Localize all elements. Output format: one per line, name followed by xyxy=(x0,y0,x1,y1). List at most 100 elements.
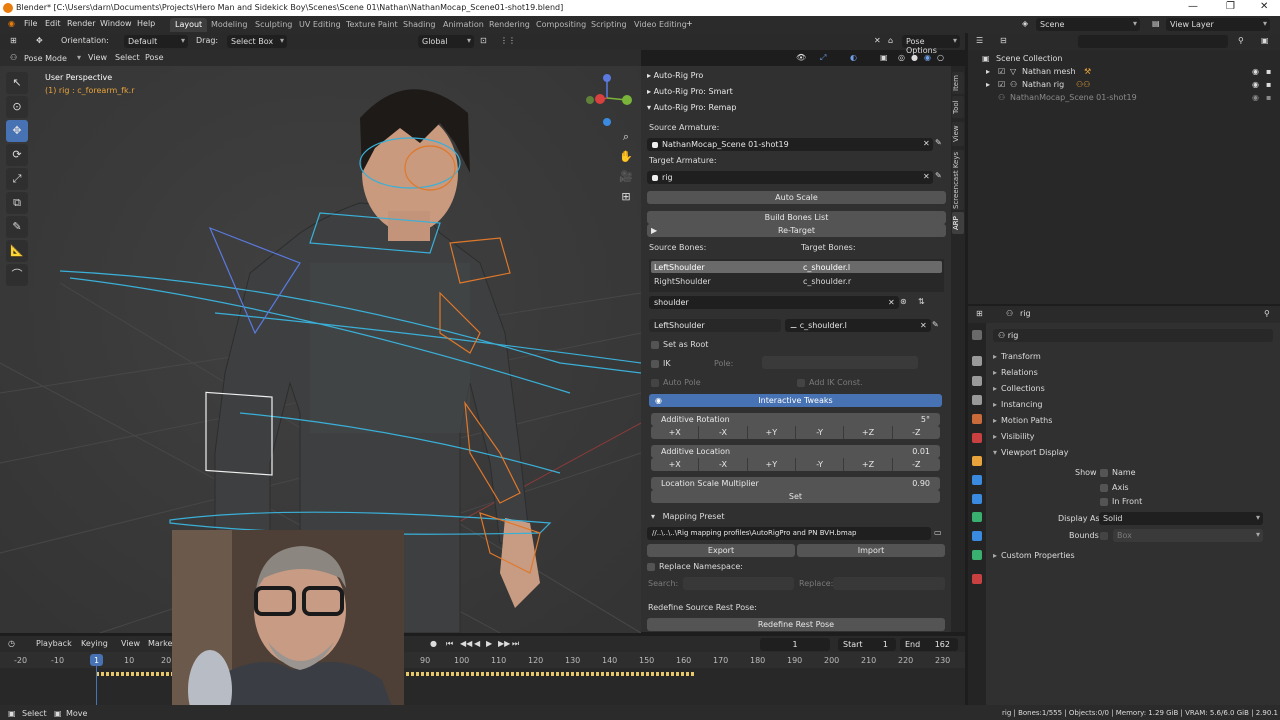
pivot-icon[interactable]: ⊡ xyxy=(480,36,487,45)
bone-row-target[interactable]: c_shoulder.l xyxy=(803,263,850,272)
texture-tab-icon[interactable] xyxy=(972,574,982,584)
menu-view[interactable]: View xyxy=(88,53,107,62)
close-area-icon[interactable]: ✕ xyxy=(874,36,881,45)
namespace-replace-input[interactable] xyxy=(833,577,945,590)
gizmo-icon[interactable]: ⤢ xyxy=(820,53,826,63)
rotate-minus-x-button[interactable]: -X xyxy=(699,426,748,439)
bounds-dropdown[interactable]: Box xyxy=(1113,529,1263,542)
lock-icon[interactable]: ⌂ xyxy=(888,36,893,45)
bone-row-source[interactable]: RightShoulder xyxy=(654,277,711,286)
move-plus-z-button[interactable]: +Z xyxy=(844,458,893,471)
world-tab-icon[interactable] xyxy=(972,433,982,443)
tab-layout[interactable]: Layout xyxy=(170,18,208,32)
namespace-search-input[interactable] xyxy=(683,577,794,590)
show-axis-checkbox[interactable]: Axis xyxy=(1100,483,1129,492)
section-relations[interactable]: Relations xyxy=(993,368,1038,377)
camera-icon[interactable]: ▪ xyxy=(1266,93,1271,102)
retarget-button[interactable]: ▶ Re-Target xyxy=(647,224,946,237)
move-tool-icon[interactable]: ✥ xyxy=(6,120,28,142)
pan-hand-icon[interactable]: ✋ xyxy=(618,150,634,166)
checkbox-icon[interactable]: ☑ xyxy=(998,80,1005,89)
target-armature-field[interactable]: rig xyxy=(647,171,933,184)
invert-filter-icon[interactable]: ⊛ xyxy=(900,297,907,306)
frame-ruler[interactable] xyxy=(0,652,965,668)
set-as-root-checkbox[interactable]: Set as Root xyxy=(651,340,708,349)
editor-type-icon[interactable]: ⊞ xyxy=(10,36,17,45)
mapping-preset-header[interactable]: ▾ Mapping Preset xyxy=(651,512,724,521)
clear-source-icon[interactable]: ✕ xyxy=(923,139,930,148)
menu-pose[interactable]: Pose xyxy=(145,53,164,62)
start-frame-field[interactable]: Start 1 xyxy=(838,638,896,651)
camera-icon[interactable]: ▪ xyxy=(1266,80,1271,89)
play-icon[interactable]: ▶ xyxy=(486,639,492,648)
prev-key-icon[interactable]: ◀◀ xyxy=(460,639,472,648)
bone-row-target[interactable]: c_shoulder.r xyxy=(803,277,851,286)
object-name-field[interactable]: ⚇ rig xyxy=(993,329,1273,342)
next-key-icon[interactable]: ▶▶ xyxy=(498,639,510,648)
shading-rendered-icon[interactable]: ○ xyxy=(937,53,944,62)
tab-texture-paint[interactable]: Texture Paint xyxy=(341,18,403,32)
view-layer-tab-icon[interactable] xyxy=(972,395,982,405)
xray-icon[interactable]: ▣ xyxy=(880,53,888,62)
menu-window[interactable]: Window xyxy=(100,19,132,28)
shading-material-icon[interactable]: ◉ xyxy=(924,53,931,62)
move-minus-y-button[interactable]: -Y xyxy=(796,458,845,471)
move-minus-x-button[interactable]: -X xyxy=(699,458,748,471)
clear-target-bone-icon[interactable]: ✕ xyxy=(920,321,927,330)
tab-shading[interactable]: Shading xyxy=(398,18,441,32)
redefine-rest-pose-button[interactable]: Redefine Rest Pose xyxy=(647,618,945,631)
tab-sculpting[interactable]: Sculpting xyxy=(250,18,297,32)
view-layer-selector[interactable]: View Layer xyxy=(1166,18,1270,31)
constraint-tab-icon[interactable] xyxy=(972,531,982,541)
pole-field[interactable] xyxy=(762,356,918,369)
section-viewport-display[interactable]: Viewport Display xyxy=(993,448,1068,457)
transform-gizmo-icon[interactable]: ✥ xyxy=(36,36,43,45)
menu-select[interactable]: Select xyxy=(115,53,140,62)
checkbox-icon[interactable]: ☑ xyxy=(998,67,1005,76)
additive-rotation-slider[interactable]: Additive Rotation 5° xyxy=(651,413,940,426)
shading-wire-icon[interactable]: ◎ xyxy=(898,53,905,62)
rotate-plus-y-button[interactable]: +Y xyxy=(748,426,796,439)
zoom-icon[interactable]: ⌕ xyxy=(618,130,634,146)
shading-solid-icon[interactable]: ● xyxy=(911,53,918,62)
cursor-tool-icon[interactable]: ⊙ xyxy=(6,96,28,118)
section-motion-paths[interactable]: Motion Paths xyxy=(993,416,1052,425)
bone-tab-icon[interactable] xyxy=(972,550,982,560)
modifier-tab-icon[interactable] xyxy=(972,475,982,485)
display-mode-icon[interactable]: ⊟ xyxy=(1000,36,1007,45)
visibility-icon[interactable]: 👁 xyxy=(796,53,806,62)
timeline-editor-icon[interactable]: ◷ xyxy=(8,639,15,648)
render-tab-icon[interactable] xyxy=(972,356,982,366)
select-tool-icon[interactable]: ↖ xyxy=(6,72,28,94)
interactive-tweaks-toggle[interactable]: ◉ Interactive Tweaks xyxy=(649,394,942,407)
outliner-item[interactable]: ▸ ☑ ⚇ Nathan rig ⚇⚇ ◉ ▪ xyxy=(968,78,1280,91)
jump-start-icon[interactable]: ⏮ xyxy=(446,639,453,649)
tab-animation[interactable]: Animation xyxy=(438,18,489,32)
section-transform[interactable]: Transform xyxy=(993,352,1041,361)
bone-row-source[interactable]: LeftShoulder xyxy=(654,263,705,272)
clear-target-icon[interactable]: ✕ xyxy=(923,172,930,181)
source-armature-field[interactable]: NathanMocap_Scene 01-shot19 xyxy=(647,138,933,151)
properties-editor-icon[interactable]: ⊞ xyxy=(976,309,983,318)
selected-source-dropdown[interactable]: LeftShoulder xyxy=(649,319,781,332)
bone-filter-input[interactable]: shoulder xyxy=(649,296,899,309)
record-icon[interactable]: ● xyxy=(430,639,437,648)
tab-modeling[interactable]: Modeling xyxy=(206,18,252,32)
menu-file[interactable]: File xyxy=(24,19,37,28)
measure-tool-icon[interactable]: 📐 xyxy=(6,240,28,262)
additive-location-slider[interactable]: Additive Location 0.01 xyxy=(651,445,940,458)
expand-icon[interactable]: ▸ xyxy=(986,67,990,76)
move-minus-z-button[interactable]: -Z xyxy=(893,458,940,471)
ik-checkbox[interactable]: IK xyxy=(651,359,671,368)
new-collection-icon[interactable]: ▣ xyxy=(1261,36,1269,45)
drag-dropdown[interactable]: Select Box xyxy=(227,35,287,48)
scene-selector[interactable]: Scene xyxy=(1036,18,1140,31)
output-tab-icon[interactable] xyxy=(972,376,982,386)
preset-path-field[interactable]: //..\..\..\Rig mapping profiles\AutoRigP… xyxy=(647,527,931,540)
camera-icon[interactable]: 🎥 xyxy=(618,170,634,186)
section-custom-properties[interactable]: Custom Properties xyxy=(993,551,1075,560)
clear-filter-icon[interactable]: ✕ xyxy=(888,298,895,307)
outliner-editor-icon[interactable]: ☰ xyxy=(976,36,983,45)
play-reverse-icon[interactable]: ◀ xyxy=(474,639,480,648)
tab-arp[interactable]: ARP xyxy=(952,212,964,234)
